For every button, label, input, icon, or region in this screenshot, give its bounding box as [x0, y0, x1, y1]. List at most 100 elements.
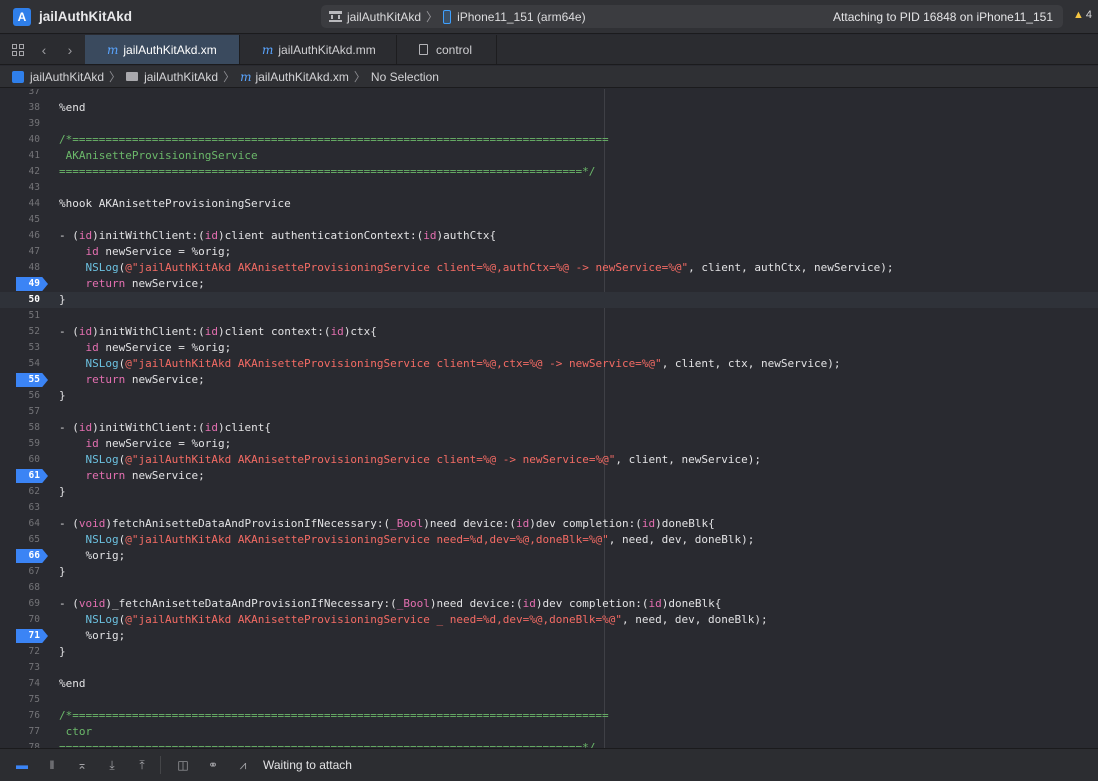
forward-button[interactable]: ›: [57, 35, 83, 64]
code-line[interactable]: 43: [0, 180, 1098, 196]
device-target[interactable]: iPhone11_151 (arm64e): [443, 9, 586, 24]
code-line[interactable]: 52 - (id)initWithClient:(id)client contex…: [0, 324, 1098, 340]
code-text[interactable]: - (void)_fetchAnisetteDataAndProvisionIf…: [59, 596, 721, 612]
device-label: iPhone11_151 (arm64e): [457, 9, 586, 24]
memory-graph-button[interactable]: ⚭: [205, 758, 221, 772]
breadcrumb-project[interactable]: jailAuthKitAkd: [30, 70, 104, 84]
code-line[interactable]: 72}: [0, 644, 1098, 660]
code-line[interactable]: 39: [0, 116, 1098, 132]
simulate-location-button[interactable]: ⩘: [235, 758, 251, 772]
code-text[interactable]: - (void)fetchAnisetteDataAndProvisionIfN…: [59, 516, 715, 532]
code-text[interactable]: AKAnisetteProvisioningService: [59, 148, 258, 164]
view-hierarchy-button[interactable]: ◫: [175, 758, 191, 772]
line-number: 43: [28, 182, 40, 193]
code-line[interactable]: 67}: [0, 564, 1098, 580]
code-line[interactable]: 62}: [0, 484, 1098, 500]
code-line[interactable]: 78 ======================================…: [0, 740, 1098, 748]
code-text[interactable]: NSLog(@"jailAuthKitAkd AKAnisetteProvisi…: [59, 612, 768, 628]
step-over-button[interactable]: ⌅: [74, 758, 90, 772]
code-line[interactable]: 40 /*====================================…: [0, 132, 1098, 148]
step-into-button[interactable]: ⤓: [104, 758, 120, 772]
code-line[interactable]: 65 NSLog(@"jailAuthKitAkd AKAnisetteProv…: [0, 532, 1098, 548]
code-text[interactable]: %orig;: [59, 548, 125, 564]
code-line[interactable]: 70 NSLog(@"jailAuthKitAkd AKAnisetteProv…: [0, 612, 1098, 628]
code-line[interactable]: 60 NSLog(@"jailAuthKitAkd AKAnisetteProv…: [0, 452, 1098, 468]
source-editor[interactable]: 37 38 %end 39 40 /*==========================…: [0, 89, 1098, 748]
code-line[interactable]: 53 id newService = %orig;: [0, 340, 1098, 356]
code-line[interactable]: 37: [0, 89, 1098, 100]
code-line[interactable]: 51: [0, 308, 1098, 324]
code-line[interactable]: 42 ======================================…: [0, 164, 1098, 180]
code-text[interactable]: %end: [59, 676, 86, 692]
code-text[interactable]: - (id)initWithClient:(id)client authenti…: [59, 228, 496, 244]
code-line[interactable]: 77 ctor: [0, 724, 1098, 740]
code-line[interactable]: 64 - (void)fetchAnisetteDataAndProvisionI…: [0, 516, 1098, 532]
code-line[interactable]: 46 - (id)initWithClient:(id)client authen…: [0, 228, 1098, 244]
code-line[interactable]: 71 %orig;: [0, 628, 1098, 644]
code-line[interactable]: 57: [0, 404, 1098, 420]
breadcrumb-file[interactable]: jailAuthKitAkd.xm: [256, 70, 349, 84]
code-text[interactable]: id newService = %orig;: [59, 340, 232, 356]
code-line[interactable]: 61 return newService;: [0, 468, 1098, 484]
code-text[interactable]: ========================================…: [59, 164, 595, 180]
code-line[interactable]: 45: [0, 212, 1098, 228]
code-text[interactable]: /*======================================…: [59, 132, 609, 148]
code-text[interactable]: NSLog(@"jailAuthKitAkd AKAnisetteProvisi…: [59, 532, 755, 548]
code-line[interactable]: 47 id newService = %orig;: [0, 244, 1098, 260]
code-text[interactable]: - (id)initWithClient:(id)client context:…: [59, 324, 377, 340]
warnings-indicator[interactable]: ▲ 4: [1073, 9, 1092, 21]
code-text[interactable]: /*======================================…: [59, 708, 609, 724]
code-line[interactable]: 41 AKAnisetteProvisioningService: [0, 148, 1098, 164]
code-line[interactable]: 69 - (void)_fetchAnisetteDataAndProvision…: [0, 596, 1098, 612]
code-text[interactable]: - (id)initWithClient:(id)client{: [59, 420, 271, 436]
code-text[interactable]: %hook AKAnisetteProvisioningService: [59, 196, 291, 212]
line-number: 58: [28, 422, 40, 433]
breadcrumb-selection[interactable]: No Selection: [371, 70, 439, 84]
code-line[interactable]: 56}: [0, 388, 1098, 404]
tab-control[interactable]: control: [397, 35, 497, 64]
tab-jailauthkitakd-xm[interactable]: m jailAuthKitAkd.xm: [85, 35, 240, 64]
code-line[interactable]: 75: [0, 692, 1098, 708]
code-line[interactable]: 68: [0, 580, 1098, 596]
code-text[interactable]: NSLog(@"jailAuthKitAkd AKAnisetteProvisi…: [59, 260, 894, 276]
code-text[interactable]: ctor: [59, 724, 93, 740]
code-text[interactable]: }: [59, 388, 66, 404]
related-items-button[interactable]: [5, 35, 31, 64]
code-line[interactable]: 38 %end: [0, 100, 1098, 116]
code-text[interactable]: }: [59, 644, 66, 660]
code-text[interactable]: ========================================…: [59, 740, 595, 748]
code-line[interactable]: 50}: [0, 292, 1098, 308]
code-line[interactable]: 73: [0, 660, 1098, 676]
code-text[interactable]: NSLog(@"jailAuthKitAkd AKAnisetteProvisi…: [59, 452, 762, 468]
code-line[interactable]: 58 - (id)initWithClient:(id)client{: [0, 420, 1098, 436]
tab-jailauthkitakd-mm[interactable]: m jailAuthKitAkd.mm: [240, 35, 397, 64]
step-out-button[interactable]: ⤒: [134, 758, 150, 772]
code-text[interactable]: }: [59, 564, 66, 580]
code-line[interactable]: 54 NSLog(@"jailAuthKitAkd AKAnisetteProv…: [0, 356, 1098, 372]
scheme-selector[interactable]: jailAuthKitAkd 〉 iPhone11_151 (arm64e) A…: [321, 5, 1063, 28]
toggle-debug-area-button[interactable]: ▬: [14, 758, 30, 772]
code-text[interactable]: }: [59, 292, 66, 308]
code-text[interactable]: %end: [59, 100, 86, 116]
code-text[interactable]: NSLog(@"jailAuthKitAkd AKAnisetteProvisi…: [59, 356, 841, 372]
code-line[interactable]: 76 /*====================================…: [0, 708, 1098, 724]
code-line[interactable]: 66 %orig;: [0, 548, 1098, 564]
scheme-target[interactable]: jailAuthKitAkd: [321, 10, 421, 24]
code-text[interactable]: id newService = %orig;: [59, 436, 232, 452]
code-line[interactable]: 63: [0, 500, 1098, 516]
breadcrumb-folder[interactable]: jailAuthKitAkd: [144, 70, 218, 84]
code-line[interactable]: 49 return newService;: [0, 276, 1098, 292]
pause-button[interactable]: ‖: [44, 758, 60, 772]
back-button[interactable]: ‹: [31, 35, 57, 64]
code-line[interactable]: 59 id newService = %orig;: [0, 436, 1098, 452]
code-text[interactable]: return newService;: [59, 468, 205, 484]
code-text[interactable]: }: [59, 484, 66, 500]
code-text[interactable]: %orig;: [59, 628, 125, 644]
code-text[interactable]: id newService = %orig;: [59, 244, 232, 260]
code-line[interactable]: 74 %end: [0, 676, 1098, 692]
code-line[interactable]: 55 return newService;: [0, 372, 1098, 388]
code-line[interactable]: 48 NSLog(@"jailAuthKitAkd AKAnisetteProv…: [0, 260, 1098, 276]
code-line[interactable]: 44 %hook AKAnisetteProvisioningService: [0, 196, 1098, 212]
code-text[interactable]: return newService;: [59, 372, 205, 388]
code-text[interactable]: return newService;: [59, 276, 205, 292]
